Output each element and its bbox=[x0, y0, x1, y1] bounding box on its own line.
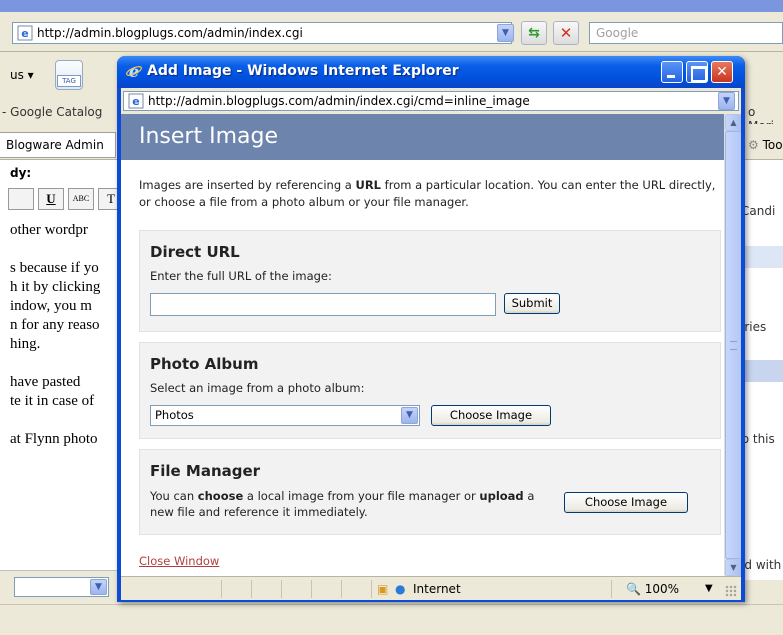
text-line: other wordpr bbox=[10, 222, 88, 238]
intro-text-emphasis: URL bbox=[355, 178, 382, 192]
gear-icon: ⚙ bbox=[748, 138, 759, 152]
background-address-toolbar: e http://admin.blogplugs.com/admin/index… bbox=[0, 12, 783, 52]
background-window-frame bbox=[0, 0, 783, 12]
maximize-button[interactable] bbox=[686, 61, 708, 83]
insert-image-header: Insert Image bbox=[121, 114, 724, 160]
add-image-window: e Add Image - Windows Internet Explorer … bbox=[117, 56, 745, 602]
intro-text: Images are inserted by referencing a URL… bbox=[139, 177, 719, 211]
close-window-button[interactable]: ✕ bbox=[711, 61, 733, 83]
svg-text:e: e bbox=[21, 27, 28, 40]
underline-button[interactable]: U bbox=[38, 188, 64, 210]
refresh-icon[interactable]: ⇆ bbox=[521, 21, 547, 45]
background-select[interactable]: ▼ bbox=[14, 577, 109, 597]
ie-page-icon: e bbox=[17, 25, 33, 47]
popup-address-bar: e http://admin.blogplugs.com/admin/index… bbox=[121, 88, 741, 114]
status-divider bbox=[311, 580, 312, 598]
chevron-down-icon: ▼ bbox=[401, 407, 418, 424]
desc-part: a local image from your file manager or bbox=[243, 489, 480, 503]
address-dropdown-icon[interactable]: ▼ bbox=[497, 24, 514, 42]
direct-url-subtitle: Enter the full URL of the image: bbox=[150, 269, 332, 283]
scroll-down-icon[interactable]: ▼ bbox=[725, 559, 741, 576]
chevron-down-icon: ▼ bbox=[90, 579, 107, 595]
file-manager-description: You can choose a local image from your f… bbox=[150, 488, 555, 520]
background-bottom-controls: ▼ bbox=[0, 570, 130, 604]
scroll-thumb[interactable] bbox=[725, 131, 741, 559]
desc-part: You can bbox=[150, 489, 198, 503]
status-divider bbox=[281, 580, 282, 598]
popup-address-field[interactable]: e http://admin.blogplugs.com/admin/index… bbox=[123, 91, 739, 111]
zoom-control[interactable]: 🔍 100% bbox=[626, 580, 679, 598]
status-divider bbox=[251, 580, 252, 598]
file-manager-panel: File Manager You can choose a local imag… bbox=[139, 449, 721, 535]
popup-title-bar[interactable]: e Add Image - Windows Internet Explorer … bbox=[117, 56, 745, 88]
submit-button[interactable]: Submit bbox=[504, 293, 560, 314]
ie-logo-icon: e bbox=[125, 62, 143, 83]
status-divider bbox=[221, 580, 222, 598]
photo-album-select-value: Photos bbox=[155, 408, 194, 422]
svg-text:e: e bbox=[132, 95, 139, 108]
popup-title-text: Add Image - Windows Internet Explorer bbox=[147, 63, 459, 79]
status-divider bbox=[611, 580, 612, 598]
photo-album-choose-image-button[interactable]: Choose Image bbox=[431, 405, 551, 426]
status-divider bbox=[341, 580, 342, 598]
tools-label: Too bbox=[762, 138, 783, 152]
text-line: h it by clicking bbox=[10, 279, 101, 295]
tag-button[interactable]: TAG bbox=[55, 60, 83, 90]
globe-icon: ● bbox=[395, 582, 406, 596]
desc-emphasis: upload bbox=[479, 489, 524, 503]
popup-page: Insert Image Images are inserted by refe… bbox=[121, 114, 741, 576]
background-status-bar bbox=[0, 604, 783, 635]
text-line: te it in case of bbox=[10, 393, 95, 409]
bookmark-item[interactable]: - Google Catalog bbox=[2, 105, 102, 119]
security-zone[interactable]: ▣ ● Internet bbox=[373, 580, 461, 598]
direct-url-panel: Direct URL Enter the full URL of the ima… bbox=[139, 230, 721, 332]
image-url-input[interactable] bbox=[150, 293, 496, 316]
background-address-field[interactable]: e http://admin.blogplugs.com/admin/index… bbox=[12, 22, 512, 44]
chevron-down-icon[interactable]: ▼ bbox=[718, 92, 735, 110]
text-line: at Flynn photo bbox=[10, 431, 98, 447]
zoom-dropdown-icon[interactable]: ▼ bbox=[705, 580, 713, 598]
search-input[interactable]: Google bbox=[589, 22, 783, 44]
text-line: n for any reaso bbox=[10, 317, 100, 333]
text-line: s because if yo bbox=[10, 260, 99, 276]
ie-page-icon: e bbox=[128, 93, 144, 114]
tag-icon: TAG bbox=[57, 75, 81, 87]
zoom-icon: 🔍 bbox=[626, 582, 641, 596]
minimize-button[interactable] bbox=[661, 61, 683, 83]
svg-text:e: e bbox=[129, 62, 139, 80]
file-manager-title: File Manager bbox=[150, 462, 261, 480]
zoom-level: 100% bbox=[644, 582, 680, 596]
photo-album-title: Photo Album bbox=[150, 355, 259, 373]
photo-album-select[interactable]: Photos ▼ bbox=[150, 405, 420, 426]
intro-text-part: Images are inserted by referencing a bbox=[139, 178, 356, 192]
popup-address-text: http://admin.blogplugs.com/admin/index.c… bbox=[148, 94, 530, 108]
file-manager-choose-image-button[interactable]: Choose Image bbox=[564, 492, 688, 513]
protected-mode-icon: ▣ bbox=[377, 582, 389, 596]
scroll-up-icon[interactable]: ▲ bbox=[725, 114, 741, 131]
stop-icon[interactable]: ✕ bbox=[553, 21, 579, 45]
vertical-scrollbar[interactable]: ▲ ▼ bbox=[724, 114, 741, 576]
toolbar-menu-label[interactable]: us ▾ bbox=[10, 68, 34, 82]
format-toolbar: U ABC T bbox=[8, 188, 124, 210]
text-line: hing. bbox=[10, 336, 41, 352]
status-divider bbox=[371, 580, 372, 598]
popup-status-bar: ▣ ● Internet 🔍 100% ▼ bbox=[121, 576, 741, 600]
tab-label: Blogware Admin bbox=[6, 138, 104, 152]
close-window-link[interactable]: Close Window bbox=[139, 554, 219, 568]
tools-menu[interactable]: ⚙ Too bbox=[748, 138, 783, 152]
tab-blogware-admin[interactable]: Blogware Admin bbox=[0, 132, 116, 158]
text-line: dy: bbox=[10, 166, 32, 180]
background-address-text: http://admin.blogplugs.com/admin/index.c… bbox=[37, 26, 303, 40]
direct-url-title: Direct URL bbox=[150, 243, 240, 261]
strikethrough-button[interactable]: ABC bbox=[68, 188, 94, 210]
page-title: Insert Image bbox=[139, 124, 278, 149]
zone-label: Internet bbox=[413, 582, 461, 596]
format-button[interactable] bbox=[8, 188, 34, 210]
desc-emphasis: choose bbox=[197, 489, 244, 503]
resize-grip[interactable] bbox=[725, 585, 737, 597]
photo-album-panel: Photo Album Select an image from a photo… bbox=[139, 342, 721, 439]
photo-album-subtitle: Select an image from a photo album: bbox=[150, 381, 365, 395]
text-line: indow, you m bbox=[10, 298, 92, 314]
text-line: have pasted bbox=[10, 374, 81, 390]
